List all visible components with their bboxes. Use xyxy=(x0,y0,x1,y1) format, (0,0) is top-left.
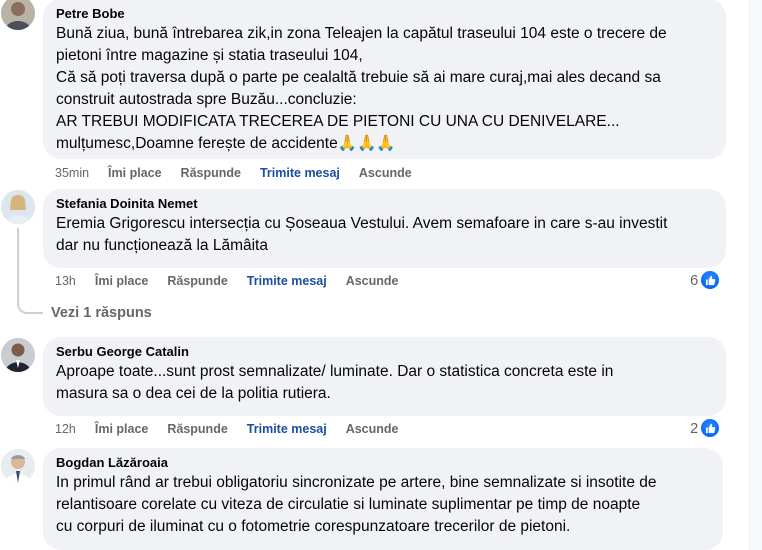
comment-bubble: Stefania Doinita Nemet Eremia Grigorescu… xyxy=(43,189,726,268)
comment-author[interactable]: Petre Bobe xyxy=(56,6,714,22)
profile-photo-icon xyxy=(1,449,35,483)
view-replies-link[interactable]: Vezi 1 răspuns xyxy=(51,305,152,321)
thread-connector xyxy=(17,298,43,314)
comment-author[interactable]: Stefania Doinita Nemet xyxy=(56,196,714,212)
comment-bubble: Petre Bobe Bună ziua, bună întrebarea zi… xyxy=(43,0,726,159)
reaction-count[interactable]: 2 xyxy=(690,419,720,437)
thumbs-up-icon xyxy=(705,423,716,433)
hide-button[interactable]: Ascunde xyxy=(346,422,399,436)
thumbs-up-icon xyxy=(705,275,716,285)
like-button[interactable]: Îmi place xyxy=(108,166,162,180)
comment-time[interactable]: 12h xyxy=(55,422,76,436)
profile-photo-icon xyxy=(1,0,35,30)
comment-text: In primul rând ar trebui obligatoriu sin… xyxy=(56,474,657,535)
like-icon xyxy=(701,419,720,437)
avatar[interactable] xyxy=(1,0,35,30)
comment-actions: 35min Îmi place Răspunde Trimite mesaj A… xyxy=(55,166,431,180)
thread-line xyxy=(17,228,19,298)
comment-actions: 12h Îmi place Răspunde Trimite mesaj Asc… xyxy=(55,422,418,436)
comment-text: Eremia Grigorescu intersecția cu Șoseaua… xyxy=(56,215,668,254)
reply-button[interactable]: Răspunde xyxy=(167,274,227,288)
comment-text: Bună ziua, bună întrebarea zik,in zona T… xyxy=(56,25,667,152)
reply-button[interactable]: Răspunde xyxy=(167,422,227,436)
scrollbar[interactable] xyxy=(748,0,762,550)
comment-author[interactable]: Bogdan Lăzăroaia xyxy=(56,455,711,471)
hide-button[interactable]: Ascunde xyxy=(346,274,399,288)
avatar[interactable] xyxy=(1,190,35,224)
send-message-button[interactable]: Trimite mesaj xyxy=(247,422,327,436)
reply-button[interactable]: Răspunde xyxy=(181,166,241,180)
hide-button[interactable]: Ascunde xyxy=(359,166,412,180)
comment-time[interactable]: 13h xyxy=(55,274,76,288)
reaction-count-text: 2 xyxy=(690,419,699,437)
like-icon xyxy=(701,271,720,289)
reaction-count[interactable]: 6 xyxy=(690,271,720,289)
reaction-count-text: 6 xyxy=(690,271,699,289)
send-message-button[interactable]: Trimite mesaj xyxy=(247,274,327,288)
send-message-button[interactable]: Trimite mesaj xyxy=(260,166,340,180)
comment-text: Aproape toate...sunt prost semnalizate/ … xyxy=(56,363,614,402)
avatar[interactable] xyxy=(1,449,35,483)
comment-bubble: Bogdan Lăzăroaia In primul rând ar trebu… xyxy=(43,448,723,550)
avatar[interactable] xyxy=(1,338,35,372)
comment-bubble: Serbu George Catalin Aproape toate...sun… xyxy=(43,337,726,416)
profile-photo-icon xyxy=(1,190,35,224)
like-button[interactable]: Îmi place xyxy=(95,274,149,288)
like-button[interactable]: Îmi place xyxy=(95,422,149,436)
comment-time[interactable]: 35min xyxy=(55,166,89,180)
profile-photo-icon xyxy=(1,338,35,372)
comment-actions: 13h Îmi place Răspunde Trimite mesaj Asc… xyxy=(55,274,418,288)
comment-author[interactable]: Serbu George Catalin xyxy=(56,344,714,360)
